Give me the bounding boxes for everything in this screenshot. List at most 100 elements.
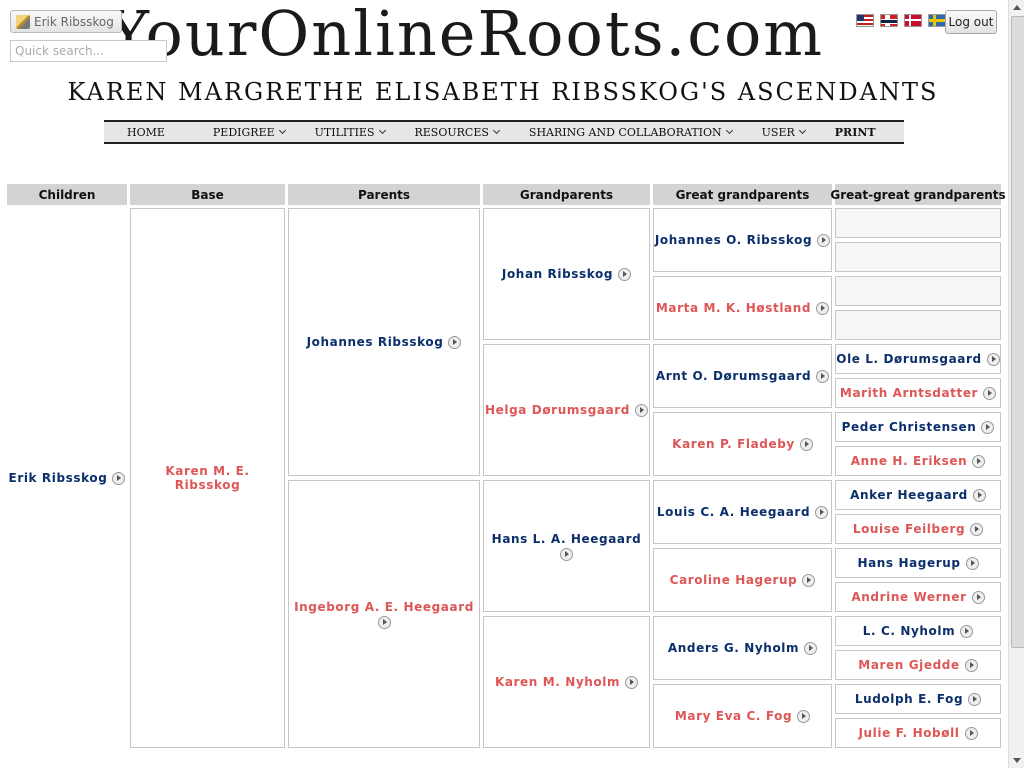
navigate-arrow-icon[interactable] <box>797 709 811 723</box>
navigate-arrow-icon[interactable] <box>972 488 986 502</box>
person-cell[interactable]: Andrine Werner <box>835 582 1001 612</box>
person-name[interactable]: Anker Heegaard <box>850 488 968 502</box>
person-name[interactable]: Marith Arntsdatter <box>840 386 978 400</box>
person-name[interactable]: Karen M. Nyholm <box>495 675 620 689</box>
person-name[interactable]: Hans L. A. Heegaard <box>492 532 642 546</box>
navigate-arrow-icon[interactable] <box>802 573 816 587</box>
nav-resources[interactable]: RESOURCES <box>415 126 529 139</box>
person-name[interactable]: Johan Ribsskog <box>502 267 613 281</box>
person-cell[interactable]: Arnt O. Dørumsgaard <box>653 344 832 408</box>
navigate-arrow-icon[interactable] <box>815 505 829 519</box>
person-cell[interactable]: Ludolph E. Fog <box>835 684 1001 714</box>
person-cell[interactable]: Marith Arntsdatter <box>835 378 1001 408</box>
navigate-arrow-icon[interactable] <box>799 437 813 451</box>
navigate-arrow-icon[interactable] <box>377 615 391 629</box>
norway-flag-icon[interactable] <box>880 14 898 27</box>
navigate-arrow-icon[interactable] <box>618 267 632 281</box>
user-button[interactable]: Erik Ribsskog <box>10 10 122 33</box>
person-cell[interactable]: Marta M. K. Høstland <box>653 276 832 340</box>
navigate-arrow-icon[interactable] <box>968 692 982 706</box>
person-name[interactable]: Erik Ribsskog <box>9 471 108 485</box>
person-name[interactable]: Louise Feilberg <box>853 522 965 536</box>
scrollbar-thumb[interactable] <box>1011 16 1024 648</box>
site-logo[interactable]: YourOnlineRoots.com <box>108 0 824 74</box>
navigate-arrow-icon[interactable] <box>448 335 462 349</box>
person-cell[interactable]: Julie F. Hobøll <box>835 718 1001 748</box>
person-cell[interactable]: Mary Eva C. Fog <box>653 684 832 748</box>
person-cell[interactable]: Johan Ribsskog <box>483 208 650 340</box>
navigate-arrow-icon[interactable] <box>625 675 639 689</box>
navigate-arrow-icon[interactable] <box>981 420 995 434</box>
navigate-arrow-icon[interactable] <box>983 386 997 400</box>
person-name[interactable]: Ole L. Dørumsgaard <box>836 352 981 366</box>
person-cell[interactable]: Anne H. Eriksen <box>835 446 1001 476</box>
navigate-arrow-icon[interactable] <box>112 471 126 485</box>
person-cell[interactable]: Ingeborg A. E. Heegaard <box>288 480 480 748</box>
person-name[interactable]: Caroline Hagerup <box>670 573 798 587</box>
person-name[interactable]: Hans Hagerup <box>857 556 960 570</box>
person-cell[interactable]: Erik Ribsskog <box>7 208 127 748</box>
person-name[interactable]: Karen M. E. Ribsskog <box>153 464 263 492</box>
person-name[interactable]: Louis C. A. Heegaard <box>657 505 810 519</box>
denmark-flag-icon[interactable] <box>904 14 922 27</box>
nav-home[interactable]: HOME <box>127 126 213 139</box>
person-name[interactable]: Maren Gjedde <box>858 658 959 672</box>
navigate-arrow-icon[interactable] <box>634 403 648 417</box>
navigate-arrow-icon[interactable] <box>965 556 979 570</box>
nav-pedigree[interactable]: PEDIGREE <box>213 126 315 139</box>
navigate-arrow-icon[interactable] <box>972 454 986 468</box>
person-cell[interactable]: Anker Heegaard <box>835 480 1001 510</box>
person-cell[interactable]: Helga Dørumsgaard <box>483 344 650 476</box>
search-input[interactable] <box>10 40 167 62</box>
person-cell[interactable]: Johannes Ribsskog <box>288 208 480 476</box>
navigate-arrow-icon[interactable] <box>964 726 978 740</box>
person-cell[interactable]: Caroline Hagerup <box>653 548 832 612</box>
person-cell[interactable]: Karen M. Nyholm <box>483 616 650 748</box>
person-name[interactable]: Anne H. Eriksen <box>851 454 968 468</box>
person-cell[interactable]: Hans Hagerup <box>835 548 1001 578</box>
navigate-arrow-icon[interactable] <box>971 590 985 604</box>
person-cell[interactable]: Peder Christensen <box>835 412 1001 442</box>
person-cell[interactable]: Maren Gjedde <box>835 650 1001 680</box>
scroll-down-icon[interactable] <box>1011 754 1023 766</box>
person-cell[interactable]: Hans L. A. Heegaard <box>483 480 650 612</box>
us-flag-icon[interactable] <box>856 14 874 27</box>
person-cell[interactable]: Karen M. E. Ribsskog <box>130 208 285 748</box>
navigate-arrow-icon[interactable] <box>970 522 984 536</box>
person-name[interactable]: Ludolph E. Fog <box>855 692 963 706</box>
person-name[interactable]: Helga Dørumsgaard <box>485 403 630 417</box>
logout-button[interactable]: Log out <box>945 10 997 34</box>
nav-utilities[interactable]: UTILITIES <box>315 126 415 139</box>
person-name[interactable]: Ingeborg A. E. Heegaard <box>294 600 474 614</box>
scroll-up-icon[interactable] <box>1011 2 1023 14</box>
person-name[interactable]: Arnt O. Dørumsgaard <box>656 369 811 383</box>
person-name[interactable]: Mary Eva C. Fog <box>675 709 792 723</box>
nav-print[interactable]: PRINT <box>835 126 889 139</box>
person-cell[interactable]: Karen P. Fladeby <box>653 412 832 476</box>
navigate-arrow-icon[interactable] <box>986 352 1000 366</box>
navigate-arrow-icon[interactable] <box>560 547 573 561</box>
person-cell[interactable]: Louis C. A. Heegaard <box>653 480 832 544</box>
navigate-arrow-icon[interactable] <box>960 624 974 638</box>
person-name[interactable]: Julie F. Hobøll <box>858 726 959 740</box>
navigate-arrow-icon[interactable] <box>817 233 831 247</box>
navigate-arrow-icon[interactable] <box>804 641 818 655</box>
person-cell[interactable]: Anders G. Nyholm <box>653 616 832 680</box>
person-name[interactable]: Peder Christensen <box>842 420 977 434</box>
navigate-arrow-icon[interactable] <box>816 301 830 315</box>
navigate-arrow-icon[interactable] <box>964 658 978 672</box>
person-name[interactable]: Johannes O. Ribsskog <box>655 233 812 247</box>
navigate-arrow-icon[interactable] <box>816 369 830 383</box>
person-name[interactable]: Andrine Werner <box>851 590 966 604</box>
person-name[interactable]: Marta M. K. Høstland <box>656 301 811 315</box>
nav-sharing[interactable]: SHARING AND COLLABORATION <box>529 126 762 139</box>
person-name[interactable]: Karen P. Fladeby <box>672 437 795 451</box>
vertical-scrollbar[interactable] <box>1008 0 1024 768</box>
nav-user[interactable]: USER <box>762 126 835 139</box>
person-cell[interactable]: Ole L. Dørumsgaard <box>835 344 1001 374</box>
person-cell[interactable]: Johannes O. Ribsskog <box>653 208 832 272</box>
person-cell[interactable]: L. C. Nyholm <box>835 616 1001 646</box>
sweden-flag-icon[interactable] <box>928 14 946 27</box>
person-name[interactable]: L. C. Nyholm <box>863 624 955 638</box>
person-name[interactable]: Anders G. Nyholm <box>668 641 799 655</box>
